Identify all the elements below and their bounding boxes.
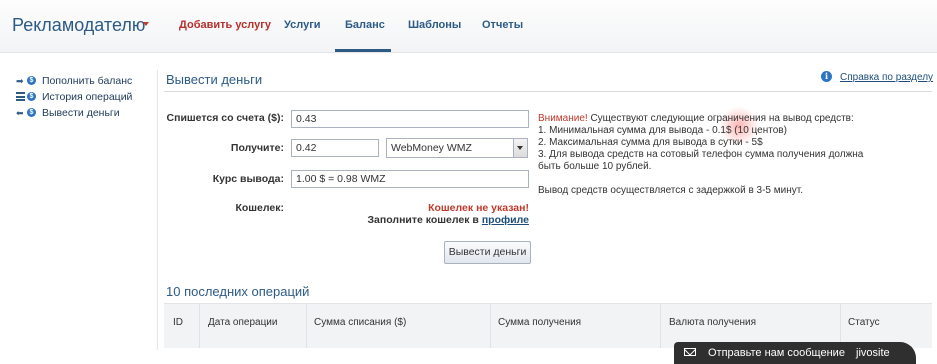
content-divider <box>157 70 158 350</box>
column-header[interactable]: Сумма списания ($) <box>314 317 406 328</box>
column-divider <box>490 304 491 348</box>
column-header[interactable]: Валюта получения <box>669 317 756 328</box>
active-tab-indicator <box>335 49 391 52</box>
column-divider <box>306 304 307 348</box>
title-divider <box>164 91 932 92</box>
column-divider <box>199 304 200 348</box>
currency-selected-value: WebMoney WMZ <box>391 142 472 154</box>
notice-warning: Внимание! <box>538 113 588 124</box>
nav-balance[interactable]: Баланс <box>345 19 385 31</box>
profile-link[interactable]: профиле <box>482 214 529 226</box>
arrow-left-coin-icon: ⬅ $ <box>16 108 38 118</box>
sidebar-item-label: Вывести деньги <box>42 107 120 119</box>
help-link[interactable]: Справка по разделу <box>840 72 933 83</box>
chevron-down-icon[interactable] <box>513 139 527 157</box>
notice-intro: Существуют следующие ограничения на выво… <box>587 113 854 124</box>
sidebar-item-label: Пополнить баланс <box>42 75 133 87</box>
brand-menu[interactable]: Рекламодателю <box>12 15 145 36</box>
arrow-right-coin-icon: ➡ $ <box>16 76 38 86</box>
notice-delay: Вывод средств осуществляется с задержкой… <box>538 185 804 196</box>
notice-line-2: 2. Максимальная сумма для вывода в сутки… <box>538 137 763 148</box>
nav-add-service[interactable]: Добавить услугу <box>179 19 271 31</box>
debit-amount-input[interactable] <box>291 110 529 128</box>
withdraw-button[interactable]: Вывести деньги <box>444 241 531 264</box>
page-title: Вывести деньги <box>166 72 263 87</box>
list-coin-icon: $ <box>16 92 38 102</box>
column-divider <box>660 304 661 348</box>
chat-widget[interactable]: Отправьте нам сообщение jivosite <box>674 342 916 364</box>
wallet-hint-text: Заполните кошелек в <box>367 214 479 226</box>
operations-title: 10 последних операций <box>166 284 310 299</box>
receive-label: Получите: <box>230 142 284 154</box>
sidebar-item-label: История операций <box>42 91 133 103</box>
chevron-down-icon[interactable] <box>143 22 149 26</box>
sidebar-item-top-up[interactable]: ➡ $ Пополнить баланс <box>16 75 132 87</box>
receive-amount-input[interactable] <box>291 139 379 157</box>
currency-select[interactable]: WebMoney WMZ <box>386 138 528 158</box>
column-header[interactable]: Статус <box>848 317 880 328</box>
wallet-label: Кошелек: <box>235 202 284 214</box>
column-header[interactable]: ID <box>173 317 183 328</box>
sidebar-item-history[interactable]: $ История операций <box>16 91 132 103</box>
info-icon[interactable]: i <box>821 71 832 82</box>
column-header[interactable]: Сумма получения <box>498 317 581 328</box>
chat-message: Отправьте нам сообщение <box>708 347 845 359</box>
notice-line-3: 3. Для вывода средств на сотовый телефон… <box>538 149 864 172</box>
nav-reports[interactable]: Отчеты <box>482 19 523 31</box>
sidebar-item-withdraw[interactable]: ⬅ $ Вывести деньги <box>16 107 120 119</box>
wallet-hint: Заполните кошелек в профиле <box>360 214 529 226</box>
debit-label: Спишется со счета ($): <box>166 112 284 124</box>
withdraw-notice: Внимание! Существуют следующие ограничен… <box>538 113 878 197</box>
rate-field <box>291 170 529 188</box>
column-header[interactable]: Дата операции <box>208 317 277 328</box>
notice-line-1: 1. Минимальная сумма для вывода - 0.1$ (… <box>538 125 787 136</box>
chat-brand: jivosite <box>856 347 890 359</box>
nav-services[interactable]: Услуги <box>284 19 321 31</box>
envelope-icon <box>684 348 696 356</box>
top-nav-bar: Рекламодателю Добавить услугу Услуги Бал… <box>0 0 937 53</box>
rate-label: Курс вывода: <box>212 173 284 185</box>
wallet-error: Кошелек не указан! <box>428 202 529 214</box>
nav-templates[interactable]: Шаблоны <box>408 19 461 31</box>
